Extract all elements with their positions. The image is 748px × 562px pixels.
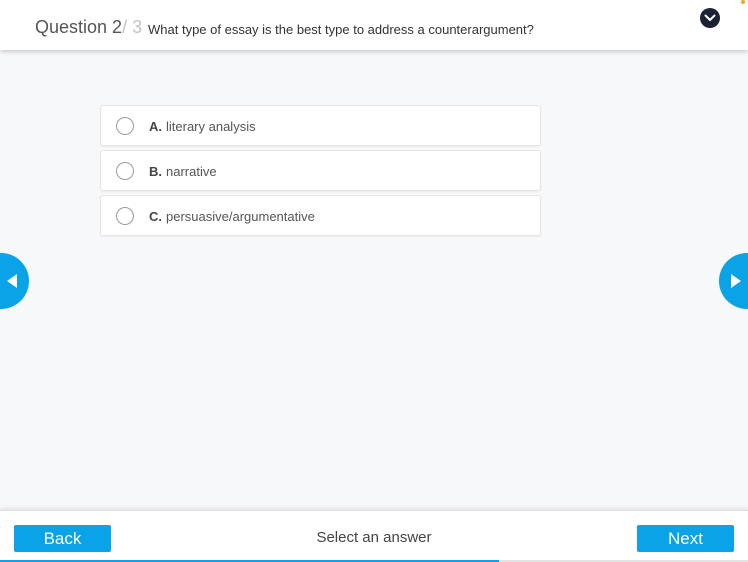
- notification-dot: [741, 0, 745, 4]
- answer-label: persuasive/argumentative: [166, 209, 315, 224]
- answer-option-b[interactable]: B. narrative: [100, 150, 541, 191]
- question-header: Question 2/ 3 What type of essay is the …: [0, 0, 748, 50]
- answer-text: C. persuasive/argumentative: [149, 209, 315, 224]
- radio-button[interactable]: [116, 207, 134, 225]
- arrow-left-icon: [7, 274, 17, 288]
- arrow-right-icon: [731, 274, 741, 288]
- answer-text: A. literary analysis: [149, 119, 256, 134]
- answer-label: literary analysis: [166, 119, 256, 134]
- radio-button[interactable]: [116, 162, 134, 180]
- answer-label: narrative: [166, 164, 217, 179]
- question-number: Question 2: [35, 17, 123, 37]
- question-text: What type of essay is the best type to a…: [148, 22, 534, 37]
- previous-question-button[interactable]: [0, 253, 29, 309]
- answer-letter: C.: [149, 209, 162, 224]
- status-message: Select an answer: [316, 529, 432, 546]
- collapse-button[interactable]: [700, 8, 720, 28]
- next-button[interactable]: Next: [637, 525, 734, 552]
- next-question-arrow-button[interactable]: [719, 253, 748, 309]
- chevron-down-icon: [704, 14, 716, 22]
- radio-button[interactable]: [116, 117, 134, 135]
- answer-letter: B.: [149, 164, 162, 179]
- answer-option-c[interactable]: C. persuasive/argumentative: [100, 195, 541, 236]
- question-total: / 3: [122, 17, 143, 37]
- answer-letter: A.: [149, 119, 162, 134]
- answer-option-a[interactable]: A. literary analysis: [100, 105, 541, 146]
- answer-text: B. narrative: [149, 164, 217, 179]
- question-counter: Question 2/ 3: [35, 17, 142, 38]
- footer-bar: Back Select an answer Next: [0, 510, 748, 562]
